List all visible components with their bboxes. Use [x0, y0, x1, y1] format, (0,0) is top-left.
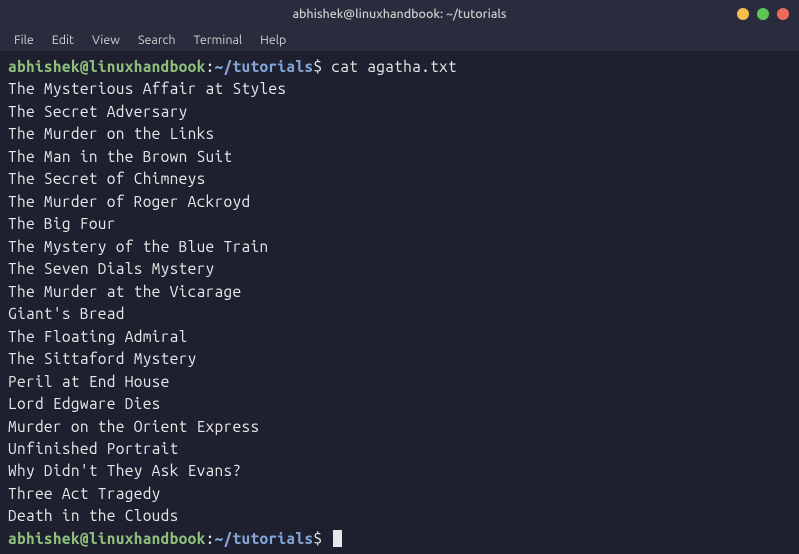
- output-line: Three Act Tragedy: [8, 483, 791, 505]
- prompt-separator: :: [206, 530, 215, 547]
- output-line: The Floating Admiral: [8, 326, 791, 348]
- output-line: Why Didn't They Ask Evans?: [8, 460, 791, 482]
- output-line: The Man in the Brown Suit: [8, 146, 791, 168]
- menu-search[interactable]: Search: [130, 31, 184, 49]
- output-line: The Murder of Roger Ackroyd: [8, 191, 791, 213]
- output-line: The Secret Adversary: [8, 101, 791, 123]
- titlebar: abhishek@linuxhandbook: ~/tutorials: [0, 0, 799, 28]
- maximize-button[interactable]: [757, 8, 769, 20]
- prompt-user: abhishek@linuxhandbook: [8, 58, 206, 75]
- window-title: abhishek@linuxhandbook: ~/tutorials: [292, 7, 506, 21]
- output-line: Murder on the Orient Express: [8, 416, 791, 438]
- output-line: The Murder at the Vicarage: [8, 281, 791, 303]
- cursor: [333, 530, 342, 547]
- prompt-symbol: $: [313, 58, 322, 75]
- menubar: File Edit View Search Terminal Help: [0, 28, 799, 52]
- output-line: Lord Edgware Dies: [8, 393, 791, 415]
- output-line: Giant's Bread: [8, 303, 791, 325]
- minimize-button[interactable]: [737, 8, 749, 20]
- output-line: Peril at End House: [8, 371, 791, 393]
- close-button[interactable]: [777, 8, 789, 20]
- output-line: The Sittaford Mystery: [8, 348, 791, 370]
- menu-help[interactable]: Help: [252, 31, 294, 49]
- prompt-symbol: $: [313, 530, 322, 547]
- output-line: The Murder on the Links: [8, 123, 791, 145]
- output-line: The Big Four: [8, 213, 791, 235]
- prompt-line-1: abhishek@linuxhandbook:~/tutorials$ cat …: [8, 56, 791, 78]
- output-line: Unfinished Portrait: [8, 438, 791, 460]
- output-container: The Mysterious Affair at StylesThe Secre…: [8, 78, 791, 527]
- command-text: cat agatha.txt: [331, 58, 457, 75]
- menu-edit[interactable]: Edit: [44, 31, 82, 49]
- output-line: The Secret of Chimneys: [8, 168, 791, 190]
- terminal-area[interactable]: abhishek@linuxhandbook:~/tutorials$ cat …: [0, 52, 799, 554]
- menu-view[interactable]: View: [84, 31, 128, 49]
- menu-terminal[interactable]: Terminal: [186, 31, 251, 49]
- output-line: The Mysterious Affair at Styles: [8, 78, 791, 100]
- prompt-line-2: abhishek@linuxhandbook:~/tutorials$: [8, 528, 791, 550]
- prompt-separator: :: [206, 58, 215, 75]
- window-controls: [737, 8, 789, 20]
- output-line: Death in the Clouds: [8, 505, 791, 527]
- menu-file[interactable]: File: [6, 31, 42, 49]
- prompt-user: abhishek@linuxhandbook: [8, 530, 206, 547]
- prompt-path: ~/tutorials: [215, 58, 314, 75]
- output-line: The Seven Dials Mystery: [8, 258, 791, 280]
- prompt-path: ~/tutorials: [215, 530, 314, 547]
- output-line: The Mystery of the Blue Train: [8, 236, 791, 258]
